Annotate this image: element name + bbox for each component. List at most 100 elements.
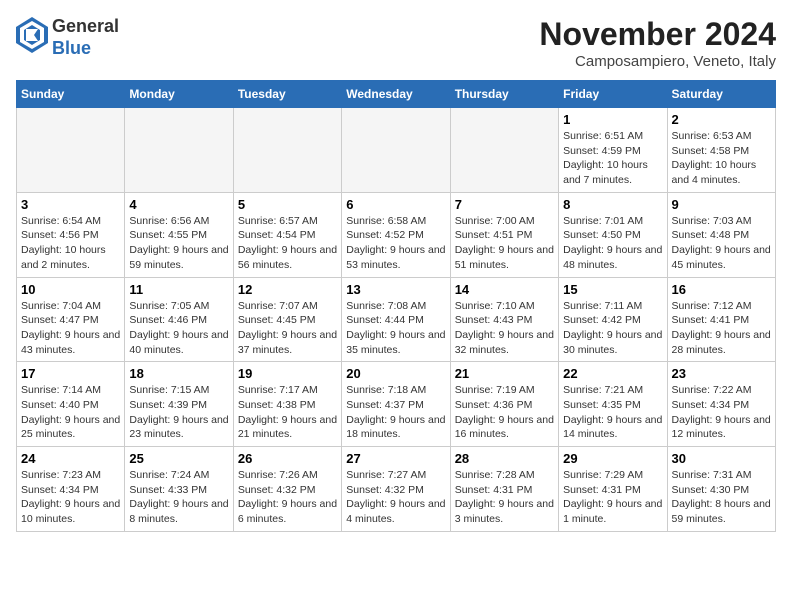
day-info: Sunrise: 7:05 AMSunset: 4:46 PMDaylight:… [129, 299, 228, 358]
day-number: 25 [129, 451, 228, 466]
day-info: Sunrise: 6:56 AMSunset: 4:55 PMDaylight:… [129, 214, 228, 273]
day-number: 27 [346, 451, 445, 466]
day-number: 3 [21, 197, 120, 212]
day-info: Sunrise: 7:15 AMSunset: 4:39 PMDaylight:… [129, 383, 228, 442]
day-number: 14 [455, 282, 554, 297]
day-info: Sunrise: 7:08 AMSunset: 4:44 PMDaylight:… [346, 299, 445, 358]
column-header-thursday: Thursday [450, 81, 558, 108]
day-cell [342, 108, 450, 193]
day-cell [233, 108, 341, 193]
day-info: Sunrise: 7:21 AMSunset: 4:35 PMDaylight:… [563, 383, 662, 442]
month-title: November 2024 [539, 16, 776, 53]
day-cell: 23 Sunrise: 7:22 AMSunset: 4:34 PMDayligh… [667, 362, 775, 447]
day-cell: 28 Sunrise: 7:28 AMSunset: 4:31 PMDayligh… [450, 447, 558, 532]
day-number: 10 [21, 282, 120, 297]
week-row-4: 17Sunrise: 7:14 AMSunset: 4:40 PMDayligh… [17, 362, 776, 447]
day-cell [125, 108, 233, 193]
header: General Blue November 2024 Camposampiero… [16, 16, 776, 70]
day-cell: 3 Sunrise: 6:54 AMSunset: 4:56 PMDaylight… [17, 192, 125, 277]
title-area: November 2024 Camposampiero, Veneto, Ita… [539, 16, 776, 70]
day-cell: 8Sunrise: 7:01 AMSunset: 4:50 PMDaylight… [559, 192, 667, 277]
day-number: 18 [129, 366, 228, 381]
day-number: 7 [455, 197, 554, 212]
day-info: Sunrise: 7:29 AMSunset: 4:31 PMDaylight:… [563, 468, 662, 527]
day-cell: 5Sunrise: 6:57 AMSunset: 4:54 PMDaylight… [233, 192, 341, 277]
day-info: Sunrise: 7:23 AMSunset: 4:34 PMDaylight:… [21, 468, 120, 527]
day-number: 21 [455, 366, 554, 381]
day-number: 12 [238, 282, 337, 297]
day-info: Sunrise: 7:27 AMSunset: 4:32 PMDaylight:… [346, 468, 445, 527]
day-cell: 25 Sunrise: 7:24 AMSunset: 4:33 PMDayligh… [125, 447, 233, 532]
logo-general: General [52, 16, 119, 36]
day-number: 17 [21, 366, 120, 381]
day-cell: 22Sunrise: 7:21 AMSunset: 4:35 PMDayligh… [559, 362, 667, 447]
day-cell: 13 Sunrise: 7:08 AMSunset: 4:44 PMDayligh… [342, 277, 450, 362]
week-row-2: 3 Sunrise: 6:54 AMSunset: 4:56 PMDaylight… [17, 192, 776, 277]
day-cell: 29 Sunrise: 7:29 AMSunset: 4:31 PMDayligh… [559, 447, 667, 532]
day-info: Sunrise: 7:12 AMSunset: 4:41 PMDaylight:… [672, 299, 771, 358]
day-cell: 6Sunrise: 6:58 AMSunset: 4:52 PMDaylight… [342, 192, 450, 277]
logo: General Blue [16, 16, 119, 59]
day-info: Sunrise: 7:17 AMSunset: 4:38 PMDaylight:… [238, 383, 337, 442]
day-number: 19 [238, 366, 337, 381]
day-number: 13 [346, 282, 445, 297]
day-cell: 16 Sunrise: 7:12 AMSunset: 4:41 PMDayligh… [667, 277, 775, 362]
column-header-friday: Friday [559, 81, 667, 108]
day-number: 2 [672, 112, 771, 127]
day-info: Sunrise: 6:54 AMSunset: 4:56 PMDaylight:… [21, 214, 120, 273]
day-cell: 17Sunrise: 7:14 AMSunset: 4:40 PMDayligh… [17, 362, 125, 447]
day-cell: 9 Sunrise: 7:03 AMSunset: 4:48 PMDaylight… [667, 192, 775, 277]
day-number: 1 [563, 112, 662, 127]
day-cell [17, 108, 125, 193]
day-info: Sunrise: 7:26 AMSunset: 4:32 PMDaylight:… [238, 468, 337, 527]
day-number: 11 [129, 282, 228, 297]
day-cell: 1 Sunrise: 6:51 AMSunset: 4:59 PMDaylight… [559, 108, 667, 193]
column-header-wednesday: Wednesday [342, 81, 450, 108]
day-cell: 15 Sunrise: 7:11 AMSunset: 4:42 PMDayligh… [559, 277, 667, 362]
day-cell: 11 Sunrise: 7:05 AMSunset: 4:46 PMDayligh… [125, 277, 233, 362]
day-cell [450, 108, 558, 193]
day-number: 26 [238, 451, 337, 466]
day-cell: 4 Sunrise: 6:56 AMSunset: 4:55 PMDaylight… [125, 192, 233, 277]
column-header-monday: Monday [125, 81, 233, 108]
day-info: Sunrise: 7:11 AMSunset: 4:42 PMDaylight:… [563, 299, 662, 358]
day-info: Sunrise: 7:10 AMSunset: 4:43 PMDaylight:… [455, 299, 554, 358]
day-cell: 2 Sunrise: 6:53 AMSunset: 4:58 PMDaylight… [667, 108, 775, 193]
day-info: Sunrise: 7:18 AMSunset: 4:37 PMDaylight:… [346, 383, 445, 442]
day-info: Sunrise: 6:53 AMSunset: 4:58 PMDaylight:… [672, 129, 771, 188]
day-number: 15 [563, 282, 662, 297]
day-info: Sunrise: 7:03 AMSunset: 4:48 PMDaylight:… [672, 214, 771, 273]
logo-blue: Blue [52, 38, 91, 58]
day-cell: 26 Sunrise: 7:26 AMSunset: 4:32 PMDayligh… [233, 447, 341, 532]
day-number: 30 [672, 451, 771, 466]
calendar-header-row: SundayMondayTuesdayWednesdayThursdayFrid… [17, 81, 776, 108]
day-cell: 30Sunrise: 7:31 AMSunset: 4:30 PMDayligh… [667, 447, 775, 532]
day-cell: 19 Sunrise: 7:17 AMSunset: 4:38 PMDayligh… [233, 362, 341, 447]
day-number: 9 [672, 197, 771, 212]
day-info: Sunrise: 7:04 AMSunset: 4:47 PMDaylight:… [21, 299, 120, 358]
day-number: 20 [346, 366, 445, 381]
day-cell: 7Sunrise: 7:00 AMSunset: 4:51 PMDaylight… [450, 192, 558, 277]
day-cell: 20 Sunrise: 7:18 AMSunset: 4:37 PMDayligh… [342, 362, 450, 447]
column-header-saturday: Saturday [667, 81, 775, 108]
day-info: Sunrise: 7:28 AMSunset: 4:31 PMDaylight:… [455, 468, 554, 527]
day-number: 8 [563, 197, 662, 212]
day-number: 6 [346, 197, 445, 212]
day-number: 29 [563, 451, 662, 466]
day-cell: 21Sunrise: 7:19 AMSunset: 4:36 PMDayligh… [450, 362, 558, 447]
day-number: 24 [21, 451, 120, 466]
column-header-tuesday: Tuesday [233, 81, 341, 108]
column-header-sunday: Sunday [17, 81, 125, 108]
day-cell: 18 Sunrise: 7:15 AMSunset: 4:39 PMDayligh… [125, 362, 233, 447]
day-info: Sunrise: 7:22 AMSunset: 4:34 PMDaylight:… [672, 383, 771, 442]
day-number: 16 [672, 282, 771, 297]
location: Camposampiero, Veneto, Italy [539, 53, 776, 70]
day-info: Sunrise: 7:24 AMSunset: 4:33 PMDaylight:… [129, 468, 228, 527]
day-number: 23 [672, 366, 771, 381]
day-info: Sunrise: 6:51 AMSunset: 4:59 PMDaylight:… [563, 129, 662, 188]
day-number: 28 [455, 451, 554, 466]
day-cell: 10 Sunrise: 7:04 AMSunset: 4:47 PMDayligh… [17, 277, 125, 362]
day-number: 4 [129, 197, 228, 212]
day-cell: 27 Sunrise: 7:27 AMSunset: 4:32 PMDayligh… [342, 447, 450, 532]
calendar: SundayMondayTuesdayWednesdayThursdayFrid… [16, 80, 776, 532]
